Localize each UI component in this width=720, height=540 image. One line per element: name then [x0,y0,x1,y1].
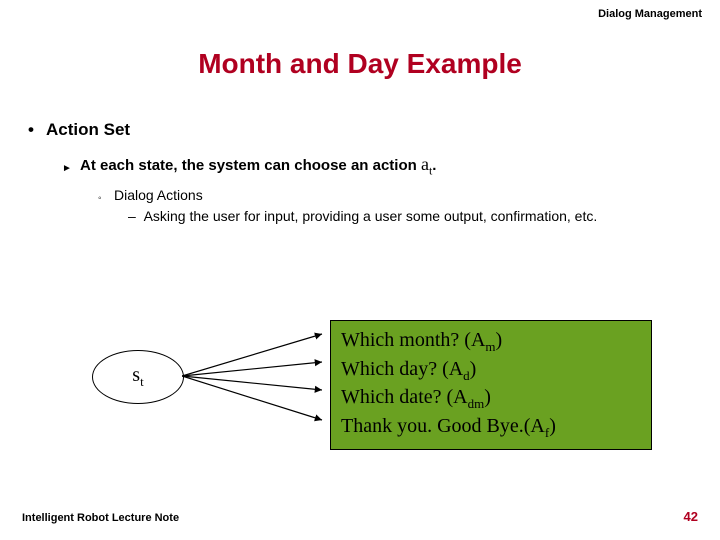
bullet-level2: ► At each state, the system can choose a… [62,154,692,179]
a3-pre: Which date? (A [341,386,468,408]
state-label: st [132,364,143,390]
body-area: • Action Set ► At each state, the system… [28,120,692,225]
page-number: 42 [684,509,698,524]
action-line-3: Which date? (Adm) [341,384,641,413]
action-box: Which month? (Am) Which day? (Ad) Which … [330,320,652,450]
action-line-4: Thank you. Good Bye.(Af) [341,413,641,442]
a3-sub: dm [468,396,485,411]
a1-pre: Which month? (A [341,329,485,351]
a3-post: ) [484,386,491,408]
action-line-1: Which month? (Am) [341,327,641,356]
state-node: st [92,350,184,404]
l2-pre: At each state, the system can choose an … [80,157,421,174]
l2-var: a [421,154,429,174]
header-label: Dialog Management [598,8,702,20]
bullet-level1-text: Action Set [46,120,130,140]
bullet-level1: • Action Set [28,120,692,140]
a4-post: ) [549,415,556,437]
bullet-level2-text: At each state, the system can choose an … [80,154,436,179]
ring-bullet-icon: ◦ [98,193,114,204]
triangle-bullet-icon: ► [62,163,80,174]
bullet-level4: – Asking the user for input, providing a… [128,207,688,226]
bullet-level4-text: – Asking the user for input, providing a… [128,208,597,224]
bullet-level3: ◦ Dialog Actions [98,187,692,203]
a1-post: ) [496,329,503,351]
action-line-2: Which day? (Ad) [341,356,641,385]
state-t: t [140,374,144,389]
a1-sub: m [485,339,495,354]
slide-title: Month and Day Example [0,48,720,80]
a4-pre: Thank you. Good Bye.(A [341,415,545,437]
state-s: s [132,364,140,386]
arrows-icon [182,320,330,440]
footer-note: Intelligent Robot Lecture Note [22,512,179,524]
a2-post: ) [470,358,477,380]
bullet-dot-icon: • [28,120,46,140]
l2-post: . [432,157,436,174]
a2-pre: Which day? (A [341,358,463,380]
bullet-level3-text: Dialog Actions [114,187,203,203]
